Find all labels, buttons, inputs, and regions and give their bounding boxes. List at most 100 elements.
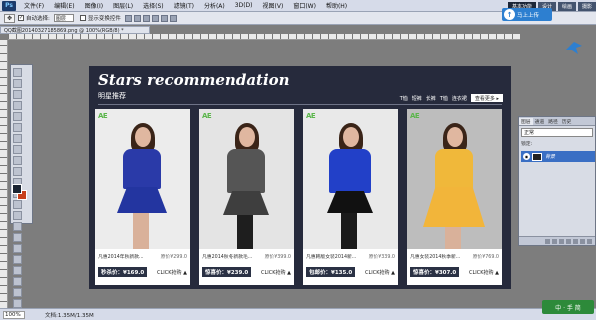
menu-edit[interactable]: 编辑(E) <box>49 1 79 10</box>
align-left-icon[interactable] <box>151 14 159 22</box>
auto-select-checkbox[interactable]: ✓ <box>18 15 24 21</box>
category-filters: T恤 短裤 长裤 T恤 连衣裙 查看更多 ▸ <box>396 94 503 102</box>
menu-3d[interactable]: 3D(D) <box>230 2 258 9</box>
layer-mask-icon[interactable] <box>559 238 564 244</box>
menu-select[interactable]: 选择(S) <box>138 1 169 10</box>
crop-tool-button[interactable] <box>13 112 22 121</box>
product-card[interactable]: AE 凡惠2014秋冬新款毛... 原价¥399.0 惊喜价：¥239.0 CL… <box>199 109 294 285</box>
hand-tool-button[interactable] <box>13 288 22 297</box>
marquee-tool-button[interactable] <box>13 79 22 88</box>
brush-tool-button[interactable] <box>13 145 22 154</box>
menu-analysis[interactable]: 分析(A) <box>199 1 230 10</box>
3d-orbit-tool-button[interactable] <box>13 277 22 286</box>
clone-stamp-tool-button[interactable] <box>13 156 22 165</box>
product-card[interactable]: AE 凡惠韩版女装2014新... 原价¥339.0 包邮价：¥135.0 CL… <box>303 109 398 285</box>
quick-select-tool-button[interactable] <box>13 101 22 110</box>
align-right-icon[interactable] <box>169 14 177 22</box>
trash-icon[interactable] <box>587 238 592 244</box>
menu-layer[interactable]: 图层(L) <box>108 1 138 10</box>
menu-window[interactable]: 窗口(W) <box>288 1 321 10</box>
header-divider <box>98 104 502 105</box>
eyedropper-tool-button[interactable] <box>13 123 22 132</box>
filter-dress[interactable]: 连衣裙 <box>452 95 467 102</box>
upload-label: 马上上传 <box>517 12 540 19</box>
menu-image[interactable]: 图像(I) <box>80 1 108 10</box>
product-card[interactable]: AE 凡惠2014年秋新款... 原价¥299.0 秒杀价：¥169.0 CLI… <box>95 109 190 285</box>
tab-history[interactable]: 历史 <box>560 118 574 125</box>
new-group-icon[interactable] <box>573 238 578 244</box>
history-brush-tool-button[interactable] <box>13 167 22 176</box>
filter-trousers[interactable]: 长裤 <box>426 95 436 102</box>
upload-button[interactable]: ↑ 马上上传 <box>502 8 552 21</box>
move-tool-button[interactable] <box>13 68 22 77</box>
tab-layers[interactable]: 图层 <box>519 117 533 125</box>
bird-logo-icon <box>566 42 582 54</box>
foreground-color-swatch[interactable] <box>12 184 22 194</box>
sale-price: 包邮价：¥135.0 <box>306 267 356 277</box>
path-select-tool-button[interactable] <box>13 244 22 253</box>
align-middle-icon[interactable] <box>133 14 141 22</box>
dodge-tool-button[interactable] <box>13 211 22 220</box>
align-center-icon[interactable] <box>160 14 168 22</box>
layers-panel: 图层 通道 路径 历史 正常 锁定: ◉ 背景 <box>518 116 596 246</box>
type-tool-button[interactable] <box>13 233 22 242</box>
document-canvas[interactable]: Stars recommendation 明星推荐 T恤 短裤 长裤 T恤 连衣… <box>89 66 511 289</box>
show-transform-checkbox[interactable] <box>79 15 86 21</box>
buy-now-link[interactable]: CLICK抢购 ▲ <box>157 269 187 276</box>
layer-name: 背景 <box>545 154 556 160</box>
healing-tool-button[interactable] <box>13 134 22 143</box>
product-name: 凡惠女装2014秋季新... <box>410 255 461 260</box>
visibility-eye-icon[interactable]: ◉ <box>523 153 530 160</box>
menu-help[interactable]: 帮助(H) <box>321 1 352 10</box>
photoshop-logo-icon: Ps <box>2 0 16 11</box>
status-bar: 100% 文档:1.35M/1.35M <box>0 308 596 320</box>
buy-now-link[interactable]: CLICK抢购 ▲ <box>469 269 499 276</box>
zoom-tool-button[interactable] <box>13 299 22 308</box>
buy-now-link[interactable]: CLICK抢购 ▲ <box>365 269 395 276</box>
layer-thumbnail <box>532 152 542 161</box>
view-more-button[interactable]: 查看更多 ▸ <box>470 94 503 102</box>
filter-shorts[interactable]: 短裤 <box>412 95 422 102</box>
link-layers-icon[interactable] <box>545 238 550 244</box>
product-photo: AE <box>407 109 502 249</box>
filter-tshirt[interactable]: T恤 <box>400 95 408 102</box>
pen-tool-button[interactable] <box>13 222 22 231</box>
workspace-photography-button[interactable]: 摄影 <box>577 1 596 11</box>
menu-filter[interactable]: 滤镜(T) <box>169 1 199 10</box>
shape-tool-button[interactable] <box>13 255 22 264</box>
document-tab[interactable]: QQ截图20140327185869.png @ 100%(RGB/8) * <box>0 26 150 34</box>
auto-select-dropdown[interactable]: 图层 <box>53 14 74 22</box>
product-name: 凡惠2014年秋新款... <box>98 255 144 260</box>
brand-logo: AE <box>410 112 420 120</box>
product-card[interactable]: AE 凡惠女装2014秋季新... 原价¥769.0 惊喜价：¥307.0 CL… <box>407 109 502 285</box>
adjustment-layer-icon[interactable] <box>566 238 571 244</box>
new-layer-icon[interactable] <box>580 238 585 244</box>
layer-style-icon[interactable] <box>552 238 557 244</box>
move-tool-icon[interactable]: ✥ <box>4 13 15 23</box>
blur-tool-button[interactable] <box>13 200 22 209</box>
blend-mode-dropdown[interactable]: 正常 <box>521 128 593 137</box>
layers-panel-tabs: 图层 通道 路径 历史 <box>519 117 595 126</box>
document-size: 文档:1.35M/1.35M <box>45 312 94 319</box>
menu-file[interactable]: 文件(F) <box>19 1 49 10</box>
tab-channels[interactable]: 通道 <box>533 118 547 125</box>
auto-select-label: 自动选择: <box>26 16 50 22</box>
tab-paths[interactable]: 路径 <box>546 118 560 125</box>
menu-view[interactable]: 视图(V) <box>258 1 289 10</box>
3d-rotate-tool-button[interactable] <box>13 266 22 275</box>
layers-panel-footer <box>519 236 595 245</box>
workspace-painting-button[interactable]: 绘画 <box>557 1 576 11</box>
align-bottom-icon[interactable] <box>142 14 150 22</box>
show-transform-label: 显示变换控件 <box>87 16 121 22</box>
lasso-tool-button[interactable] <box>13 90 22 99</box>
buy-now-link[interactable]: CLICK抢购 ▲ <box>261 269 291 276</box>
banner-header: Stars recommendation 明星推荐 T恤 短裤 长裤 T恤 连衣… <box>89 66 511 106</box>
layer-row[interactable]: ◉ 背景 <box>521 151 595 162</box>
banner-subtitle: 明星推荐 <box>98 92 126 100</box>
filter-tshirt-2[interactable]: T恤 <box>440 95 448 102</box>
product-photo: AE <box>303 109 398 249</box>
align-top-icon[interactable] <box>124 14 132 22</box>
zoom-field[interactable]: 100% <box>3 310 25 319</box>
sale-price: 秒杀价：¥169.0 <box>98 267 148 277</box>
brand-logo: AE <box>306 112 316 120</box>
